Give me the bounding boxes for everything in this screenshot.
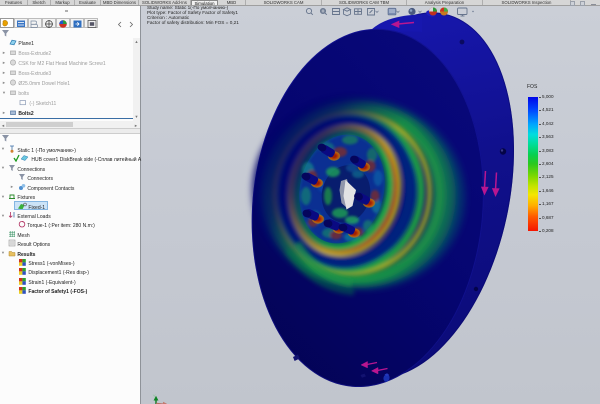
svg-text:Y: Y <box>153 394 156 399</box>
